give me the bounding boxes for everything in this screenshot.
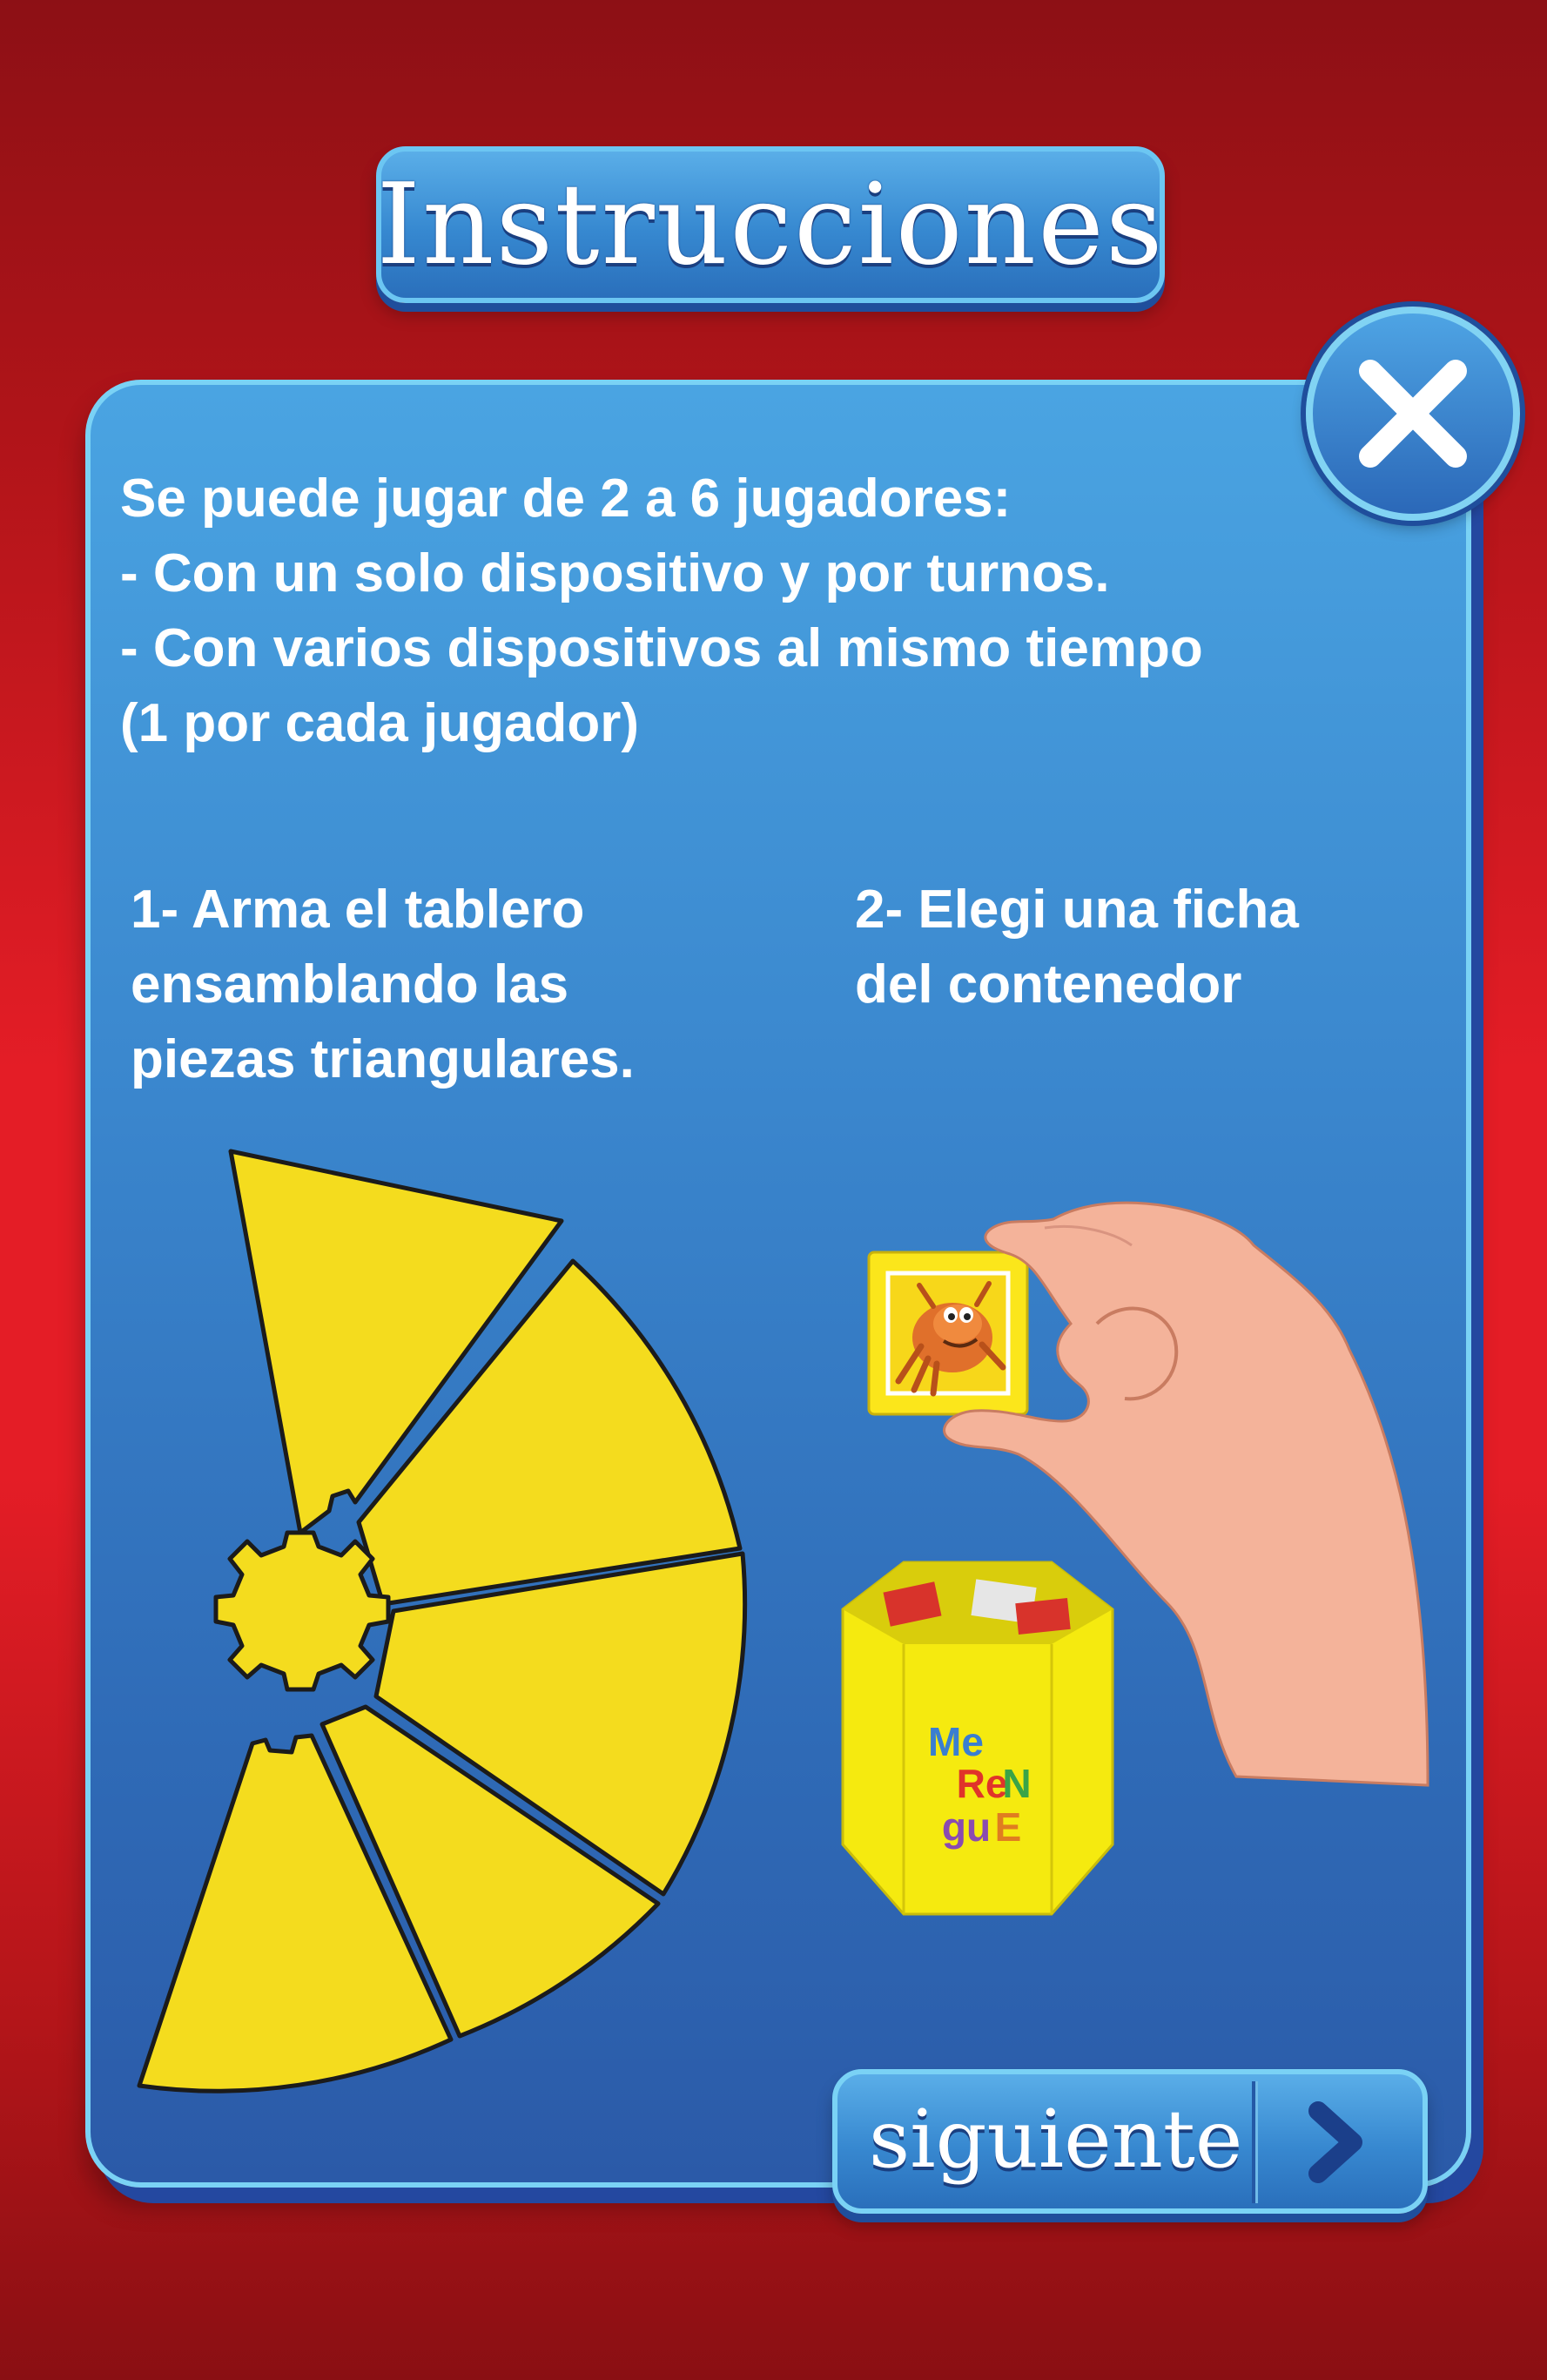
next-button-label: siguiente bbox=[869, 2093, 1243, 2186]
token-container: Me Re N gu E bbox=[841, 1561, 1114, 1916]
container-logo-text: Me bbox=[928, 1719, 984, 1764]
container-logo-text: E bbox=[995, 1804, 1022, 1850]
board-hub bbox=[213, 1530, 391, 1692]
chevron-right-icon bbox=[1308, 2101, 1362, 2183]
close-icon bbox=[1359, 360, 1467, 468]
container-logo-text: gu bbox=[942, 1804, 991, 1850]
button-divider bbox=[1252, 2081, 1255, 2203]
container-logo-text: Re bbox=[957, 1761, 1008, 1806]
close-button[interactable] bbox=[1306, 307, 1520, 521]
next-button[interactable]: siguiente bbox=[832, 2069, 1428, 2214]
container-logo-text: N bbox=[1002, 1761, 1031, 1806]
board-illustration bbox=[137, 1149, 748, 2093]
